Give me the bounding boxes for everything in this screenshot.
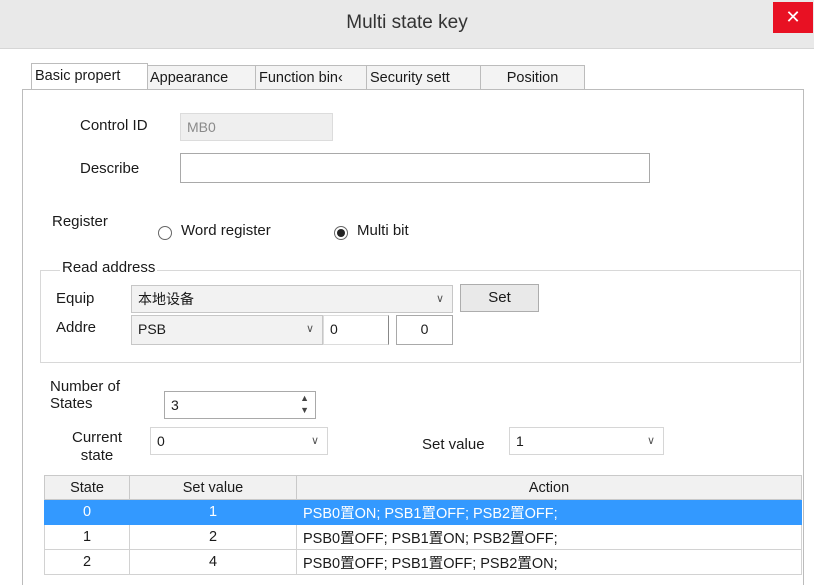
address-label: Addre xyxy=(56,319,97,336)
set-value-value: 1 xyxy=(516,433,524,449)
table-row[interactable]: 0 1 PSB0置ON; PSB1置OFF; PSB2置OFF; xyxy=(44,499,802,525)
describe-label: Describe xyxy=(80,160,140,177)
chevron-down-icon: ∨ xyxy=(310,435,319,447)
word-register-radio[interactable] xyxy=(158,226,172,240)
tab-position[interactable]: Position xyxy=(480,65,585,89)
number-of-states-label: Number of States xyxy=(50,378,120,412)
multi-bit-radio[interactable] xyxy=(334,226,348,240)
control-id-field: MB0 xyxy=(180,113,333,141)
multi-bit-label[interactable]: Multi bit xyxy=(357,222,409,239)
current-state-value: 0 xyxy=(157,433,165,449)
close-icon: ✕ xyxy=(785,7,801,27)
action-cell: PSB0置OFF; PSB1置OFF; PSB2置ON; xyxy=(296,549,802,575)
address-offset-input[interactable]: 0 xyxy=(396,315,453,345)
read-address-label: Read address xyxy=(60,259,158,276)
states-table: State Set value Action 0 1 PSB0置ON; PSB1… xyxy=(44,475,802,575)
table-row[interactable]: 1 2 PSB0置OFF; PSB1置ON; PSB2置OFF; xyxy=(44,524,802,550)
number-of-states-value: 3 xyxy=(171,397,179,413)
address-type-dropdown[interactable]: PSB ∨ xyxy=(131,315,323,345)
equip-value: 本地设备 xyxy=(138,291,194,307)
current-state-dropdown[interactable]: 0 ∨ xyxy=(150,427,328,455)
action-cell: PSB0置OFF; PSB1置ON; PSB2置OFF; xyxy=(296,524,802,550)
set-value-cell: 1 xyxy=(129,499,297,525)
set-value-cell: 2 xyxy=(129,524,297,550)
chevron-down-icon: ∨ xyxy=(435,293,444,305)
set-button[interactable]: Set xyxy=(460,284,539,312)
current-state-label-line1: Current xyxy=(72,429,123,446)
close-button[interactable]: ✕ xyxy=(773,2,813,33)
window-title: Multi state key xyxy=(346,12,468,33)
control-id-label: Control ID xyxy=(80,117,148,134)
spinner-arrows-icon[interactable]: ▲ ▼ xyxy=(300,392,309,416)
word-register-label[interactable]: Word register xyxy=(181,222,271,239)
state-cell: 1 xyxy=(44,524,130,550)
register-label: Register xyxy=(52,213,108,230)
tab-basic-properties[interactable]: Basic propert xyxy=(31,63,148,89)
table-row[interactable]: 2 4 PSB0置OFF; PSB1置OFF; PSB2置ON; xyxy=(44,549,802,575)
action-cell: PSB0置ON; PSB1置OFF; PSB2置OFF; xyxy=(296,499,802,525)
state-cell: 2 xyxy=(44,549,130,575)
address-type-value: PSB xyxy=(138,321,167,337)
tab-appearance[interactable]: Appearance xyxy=(146,65,256,89)
tab-function-binding[interactable]: Function bin‹ xyxy=(255,65,367,89)
number-of-states-label-line2: States xyxy=(50,395,93,412)
column-header-state[interactable]: State xyxy=(44,475,130,500)
number-of-states-label-line1: Number of xyxy=(50,378,121,395)
equip-dropdown[interactable]: 本地设备 ∨ xyxy=(131,285,453,313)
current-state-label: Current state xyxy=(72,429,122,465)
number-of-states-spinner[interactable]: 3 ▲ ▼ xyxy=(164,391,316,419)
chevron-down-icon: ∨ xyxy=(305,323,314,335)
describe-input[interactable] xyxy=(180,153,650,183)
state-cell: 0 xyxy=(44,499,130,525)
current-state-label-line2: state xyxy=(80,447,114,464)
chevron-down-icon: ∨ xyxy=(646,435,655,447)
set-value-cell: 4 xyxy=(129,549,297,575)
column-header-set-value[interactable]: Set value xyxy=(129,475,297,500)
column-header-action[interactable]: Action xyxy=(296,475,802,500)
tab-security-settings[interactable]: Security sett xyxy=(366,65,481,89)
address-value-input[interactable]: 0 xyxy=(323,315,389,345)
equip-label: Equip xyxy=(56,290,95,307)
set-value-dropdown[interactable]: 1 ∨ xyxy=(509,427,664,455)
set-value-label: Set value xyxy=(422,436,485,453)
